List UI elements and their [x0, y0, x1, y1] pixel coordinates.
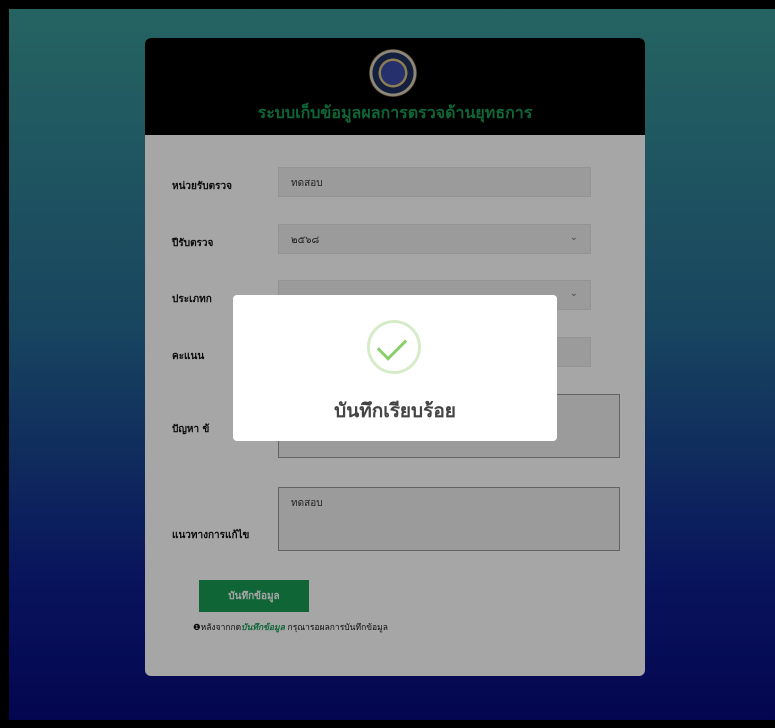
- dialog-title: บันทึกเรียบร้อย: [334, 400, 456, 422]
- success-dialog: บันทึกเรียบร้อย: [233, 295, 557, 441]
- success-check-icon: [367, 320, 421, 374]
- check-mark: [376, 330, 408, 361]
- page-background: ระบบเก็บข้อมูลผลการตรวจด้านยุทธการ หน่วย…: [9, 9, 775, 720]
